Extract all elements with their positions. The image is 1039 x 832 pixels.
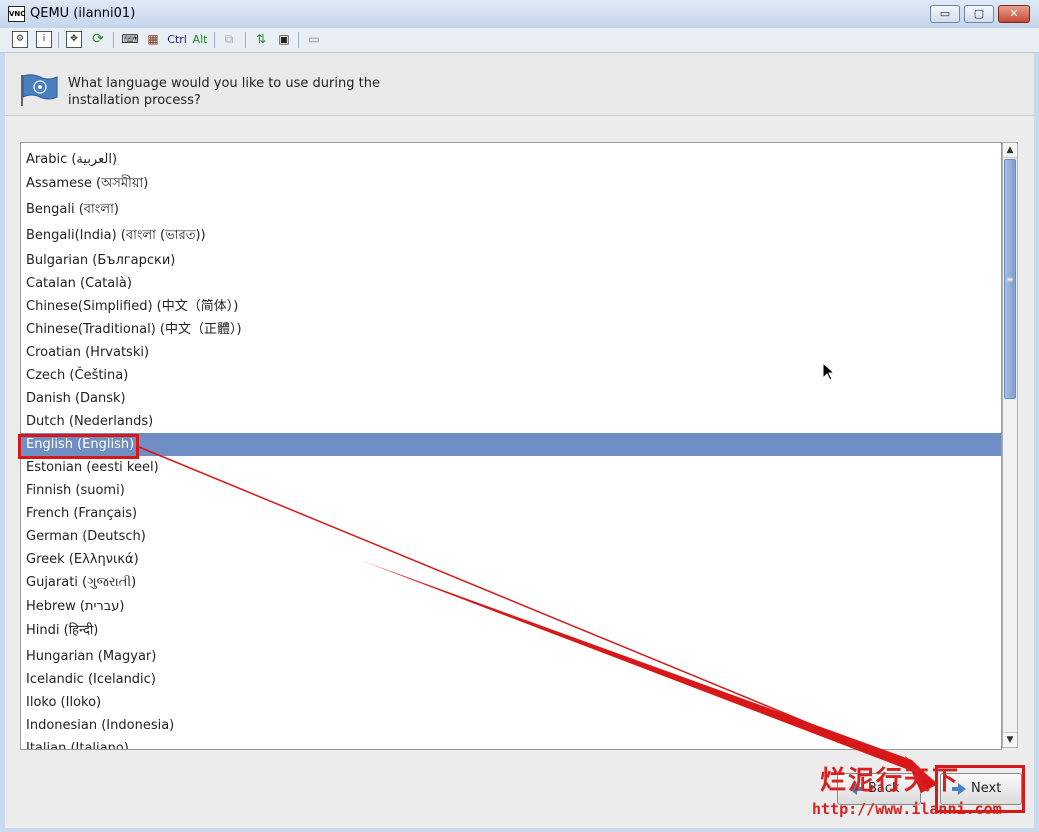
annotation-arrow: [138, 446, 938, 793]
watermark-logo: 烂泥行天下: [820, 766, 961, 796]
mouse-cursor-icon: [822, 362, 836, 381]
watermark-url: http://www.ilanni.com: [812, 800, 1002, 818]
